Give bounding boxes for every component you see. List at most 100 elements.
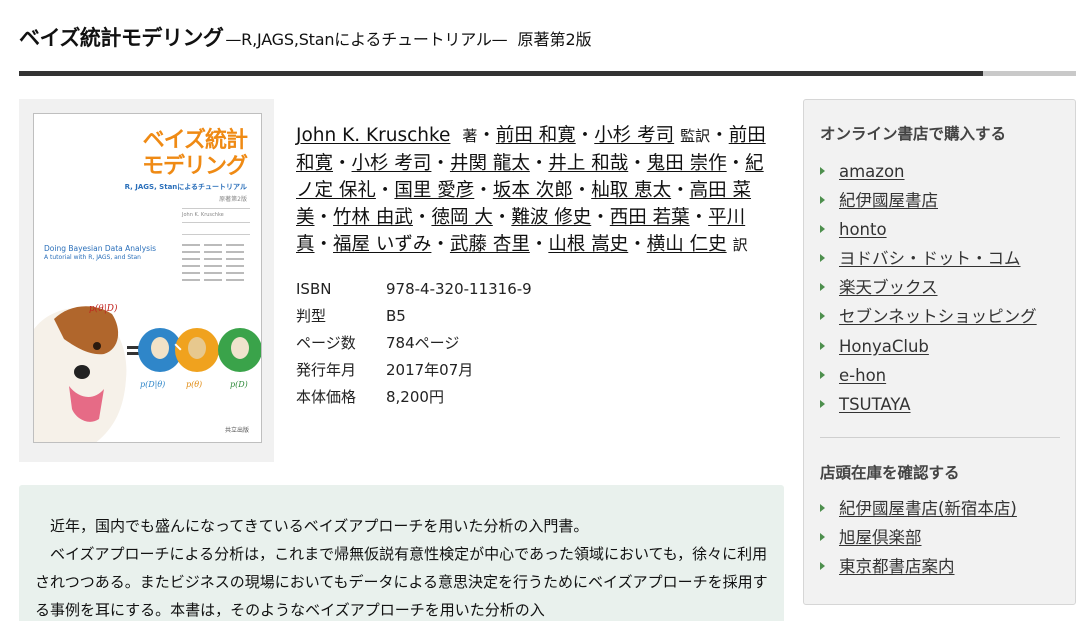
cover-translator-grid: [182, 244, 244, 281]
triangle-arrow-icon: [820, 562, 825, 571]
triangle-arrow-icon: [820, 504, 825, 512]
translator-link[interactable]: 坂本 次郎: [493, 180, 573, 201]
book-cover-image: ベイズ統計 モデリング R, JAGS, Stanによるチュートリアル 原著第2…: [33, 113, 262, 443]
spec-row: 発行年月 2017年07月: [296, 357, 778, 384]
store-list-item: セブンネットショッピング: [820, 302, 1037, 331]
store-link[interactable]: 旭屋倶楽部: [839, 528, 922, 547]
sidebar-divider: [820, 437, 1060, 438]
translator-link[interactable]: 井上 和哉: [548, 153, 628, 174]
translator-link[interactable]: 徳岡 大: [431, 207, 492, 228]
book-title: ベイズ統計モデリング: [19, 26, 224, 50]
store-list-item: honto: [820, 215, 1037, 244]
store-link[interactable]: amazon: [839, 162, 905, 181]
store-list-item: 旭屋倶楽部: [820, 523, 1017, 552]
spec-label: ISBN: [296, 280, 332, 298]
triangle-arrow-icon: [820, 225, 825, 234]
author-role: 著: [462, 127, 478, 145]
store-list-item: e-hon: [820, 361, 1037, 390]
supervisor-link[interactable]: 前田 和寛: [496, 125, 576, 146]
spec-value: 2017年07月: [386, 361, 474, 379]
store-link[interactable]: 紀伊國屋書店: [839, 191, 938, 210]
translator-link[interactable]: 杣取 恵太: [591, 180, 671, 201]
translator-link[interactable]: 竹林 由武: [333, 207, 413, 228]
cover-dog-photo: [34, 306, 127, 442]
spec-label: 判型: [296, 307, 327, 325]
store-link[interactable]: honto: [839, 220, 887, 239]
online-store-list: amazon 紀伊國屋書店 honto ヨドバシ・ドット・コム 楽天ブックスセブンネット…: [820, 157, 1037, 419]
cover-formula-circles: [127, 328, 261, 372]
book-specs: ISBN 978-4-320-11316-9 判型 B5 ページ数 784ページ発行年月 2…: [296, 276, 778, 411]
supervisor-role: 監訳: [680, 127, 711, 145]
title-underline: [19, 71, 1076, 76]
spec-value: B5: [386, 307, 406, 325]
page-title: ベイズ統計モデリング —R,JAGS,Stanによるチュートリアル— 原著第2版: [19, 22, 592, 52]
cover-formula-right: p(D): [230, 380, 248, 389]
store-link[interactable]: TSUTAYA: [839, 395, 911, 414]
triangle-arrow-icon: [820, 341, 825, 350]
store-list-item: 紀伊國屋書店: [820, 186, 1037, 215]
purchase-sidebar: オンライン書店で購入する amazon 紀伊國屋書店 honto ヨドバシ・ドット・コ…: [803, 99, 1076, 605]
cover-formula-top: p(θ|D): [89, 303, 118, 314]
translator-role: 訳: [732, 236, 748, 254]
spec-value: 784ページ: [386, 334, 460, 352]
translator-link[interactable]: 難波 修史: [511, 207, 591, 228]
cover-publisher: 共立出版: [224, 427, 249, 434]
cover-formula-middle: p(θ): [186, 380, 202, 389]
store-list-item: amazon: [820, 157, 1037, 186]
spec-row: 本体価格 8,200円: [296, 384, 778, 411]
spec-label: ページ数: [296, 334, 356, 352]
store-link[interactable]: 紀伊國屋書店(新宿本店): [839, 499, 1017, 518]
description-paragraph: ベイズアプローチによる分析は，これまで帰無仮説有意性検定が中心であった領域におい…: [35, 545, 768, 619]
translator-link[interactable]: 山根 嵩史: [548, 234, 628, 255]
translator-link[interactable]: 西田 若葉: [610, 207, 690, 228]
store-list-item: ヨドバシ・ドット・コム: [820, 244, 1037, 273]
spec-row: 判型 B5: [296, 303, 778, 330]
triangle-arrow-icon: [820, 167, 825, 175]
cover-formula-left: p(D|θ): [140, 380, 165, 389]
store-link[interactable]: セブンネットショッピング: [839, 307, 1037, 326]
book-meta: John K. Kruschke 著・前田 和寛・小杉 考司 監訳・前田 和寛・小…: [296, 122, 778, 411]
description-paragraph: 近年，国内でも盛んになってきているベイズアプローチを用いた分析の入門書。: [50, 517, 589, 535]
store-list-item: 東京都書店案内: [820, 552, 1017, 581]
translator-link[interactable]: 小杉 考司: [352, 153, 432, 174]
spec-value: 978-4-320-11316-9: [386, 280, 532, 298]
store-list-item: 紀伊國屋書店(新宿本店): [820, 494, 1017, 523]
triangle-arrow-icon: [820, 196, 825, 205]
triangle-arrow-icon: [820, 254, 825, 263]
supervisor-link[interactable]: 小杉 考司: [594, 125, 674, 146]
translator-link[interactable]: 横山 仁史: [647, 234, 727, 255]
spec-value: 8,200円: [386, 388, 444, 406]
store-link[interactable]: e-hon: [839, 366, 886, 385]
stock-check-heading: 店頭在庫を確認する: [820, 464, 960, 482]
translator-link[interactable]: 国里 愛彦: [394, 180, 474, 201]
translator-link[interactable]: 武藤 杏里: [450, 234, 530, 255]
spec-row: ISBN 978-4-320-11316-9: [296, 276, 778, 303]
triangle-arrow-icon: [820, 283, 825, 292]
triangle-arrow-icon: [820, 533, 825, 542]
triangle-arrow-icon: [820, 370, 825, 379]
store-list-item: 楽天ブックス: [820, 273, 1037, 302]
author-credits: John K. Kruschke 著・前田 和寛・小杉 考司 監訳・前田 和寛・小…: [296, 125, 766, 255]
triangle-arrow-icon: [820, 312, 825, 321]
book-subtitle: —R,JAGS,Stanによるチュートリアル—: [225, 30, 508, 49]
store-link[interactable]: ヨドバシ・ドット・コム: [839, 249, 1021, 268]
title-underline-accent: [19, 71, 983, 76]
spec-row: ページ数 784ページ: [296, 330, 778, 357]
author-link[interactable]: John K. Kruschke: [296, 125, 450, 146]
store-link[interactable]: 東京都書店案内: [839, 557, 955, 576]
spec-label: 発行年月: [296, 361, 357, 379]
book-description: 近年，国内でも盛んになってきているベイズアプローチを用いた分析の入門書。 ベイズ…: [35, 512, 770, 621]
online-stores-heading: オンライン書店で購入する: [820, 125, 1007, 143]
translator-link[interactable]: 鬼田 崇作: [647, 153, 727, 174]
cover-illustration: p(θ|D) p(D|θ) p(θ) p(D): [34, 244, 261, 442]
store-link[interactable]: HonyaClub: [839, 337, 929, 356]
translator-link[interactable]: 井関 龍太: [450, 153, 530, 174]
translator-link[interactable]: 福屋 いずみ: [333, 234, 431, 255]
spec-label: 本体価格: [296, 388, 357, 406]
store-list-item: TSUTAYA: [820, 390, 1037, 419]
stock-store-list: 紀伊國屋書店(新宿本店) 旭屋倶楽部東京都書店案内: [820, 494, 1017, 581]
book-edition: 原著第2版: [517, 30, 592, 49]
store-link[interactable]: 楽天ブックス: [839, 278, 938, 297]
store-list-item: HonyaClub: [820, 332, 1037, 361]
triangle-arrow-icon: [820, 399, 825, 408]
